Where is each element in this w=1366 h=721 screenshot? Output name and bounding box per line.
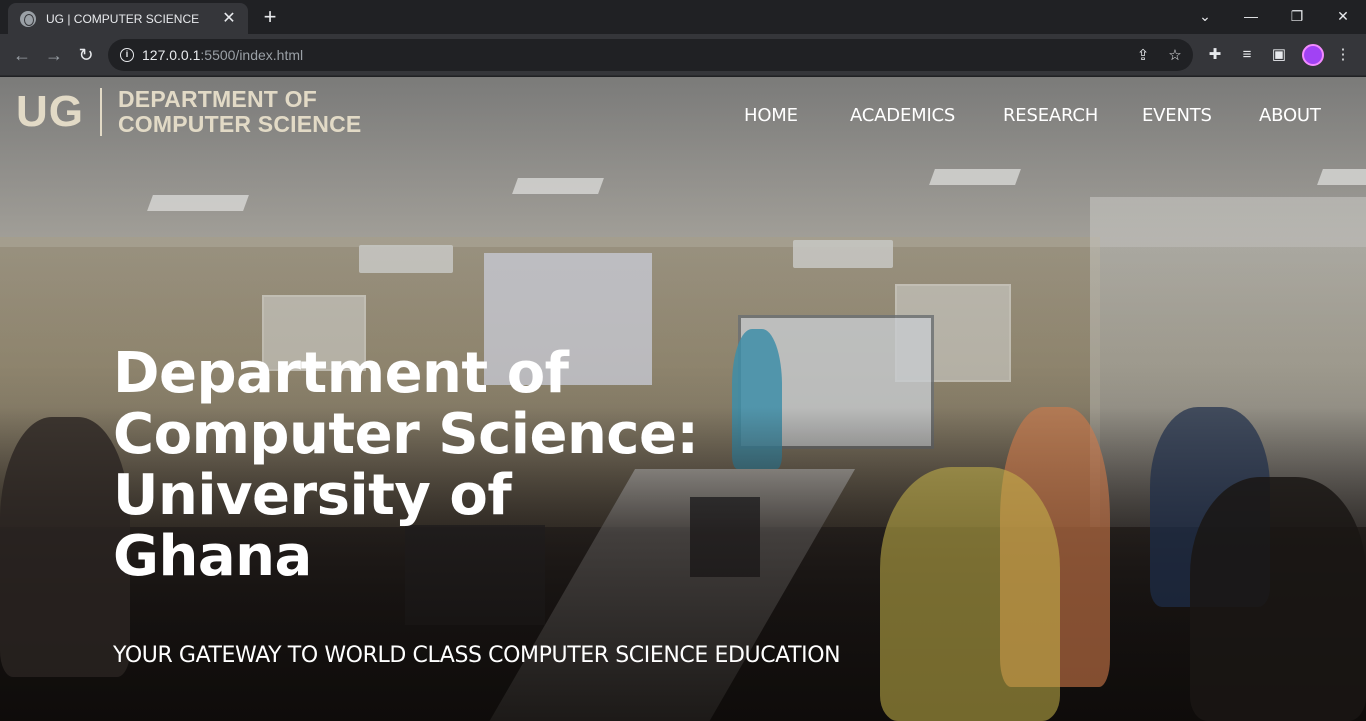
hero-title-line: Department of xyxy=(113,341,569,406)
air-conditioner xyxy=(793,240,893,268)
ceiling-light xyxy=(147,195,249,211)
tab-title: UG | COMPUTER SCIENCE xyxy=(46,11,200,26)
browser-tab[interactable]: UG | COMPUTER SCIENCE ✕ xyxy=(8,3,248,34)
hero-section: UG DEPARTMENT OF COMPUTER SCIENCE HOME A… xyxy=(0,77,1366,721)
student-figure xyxy=(0,417,130,677)
student-figure xyxy=(880,467,1060,721)
url-path: :5500/index.html xyxy=(200,47,304,63)
ceiling-light xyxy=(929,169,1021,185)
media-icon[interactable]: ≡ xyxy=(1237,45,1257,65)
air-conditioner xyxy=(359,245,453,273)
minimize-button[interactable]: — xyxy=(1236,4,1266,28)
menu-icon[interactable]: ⋮ xyxy=(1333,45,1353,65)
share-icon[interactable]: ⇪ xyxy=(1133,46,1153,66)
reload-icon[interactable]: ↻ xyxy=(74,43,98,67)
close-window-button[interactable]: ✕ xyxy=(1328,4,1358,28)
hero-title: Department of Computer Science: Universi… xyxy=(113,343,733,587)
forward-icon[interactable]: → xyxy=(42,43,66,67)
url-host: 127.0.0.1 xyxy=(142,47,201,63)
sidepanel-icon[interactable]: ▣ xyxy=(1269,45,1289,65)
ceiling-light xyxy=(512,178,604,194)
hero-title-line: University of xyxy=(113,463,512,528)
restore-button[interactable]: ❐ xyxy=(1282,4,1312,28)
extensions-icon[interactable]: ✚ xyxy=(1205,45,1225,65)
ceiling-light xyxy=(1317,169,1366,185)
tab-search-icon[interactable]: ⌄ xyxy=(1190,4,1220,28)
hero-title-line: Computer Science: xyxy=(113,402,699,467)
new-tab-button[interactable]: + xyxy=(258,6,282,30)
nav-home[interactable]: HOME xyxy=(744,105,798,126)
main-nav: HOME ACADEMICS RESEARCH EVENTS ABOUT xyxy=(0,105,1366,129)
profile-avatar[interactable] xyxy=(1302,44,1324,66)
nav-research[interactable]: RESEARCH xyxy=(1003,105,1098,126)
browser-tab-bar: UG | COMPUTER SCIENCE ✕ + ⌄ — ❐ ✕ xyxy=(0,0,1366,34)
browser-toolbar: ← → ↻ i 127.0.0.1:5500/index.html ⇪ ☆ ✚ … xyxy=(0,34,1366,76)
nav-about[interactable]: ABOUT xyxy=(1259,105,1321,126)
nav-academics[interactable]: ACADEMICS xyxy=(850,105,955,126)
address-bar[interactable]: i 127.0.0.1:5500/index.html ⇪ ☆ xyxy=(108,39,1193,71)
back-icon[interactable]: ← xyxy=(10,43,34,67)
nav-events[interactable]: EVENTS xyxy=(1142,105,1212,126)
hero-title-line: Ghana xyxy=(113,524,312,589)
star-icon[interactable]: ☆ xyxy=(1165,46,1185,66)
hero-subtitle: YOUR GATEWAY TO WORLD CLASS COMPUTER SCI… xyxy=(113,643,841,668)
student-figure xyxy=(1190,477,1366,721)
globe-icon xyxy=(20,10,36,27)
close-tab-icon[interactable]: ✕ xyxy=(220,10,238,28)
info-icon[interactable]: i xyxy=(120,48,134,62)
